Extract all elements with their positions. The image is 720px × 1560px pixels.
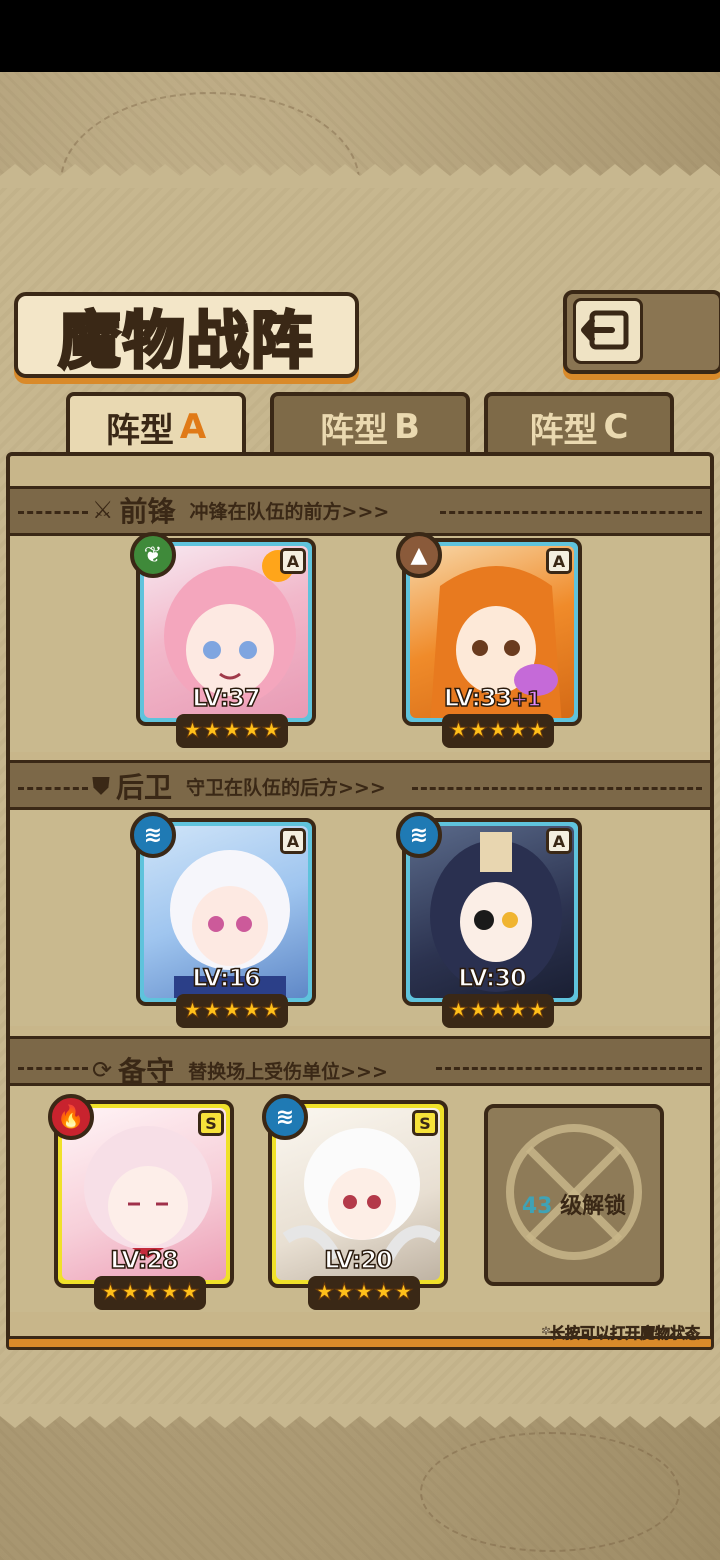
unit-level: LV:16 <box>192 963 262 993</box>
rank-badge: A <box>280 548 306 574</box>
unlock-level: 43 <box>521 1194 553 1219</box>
rank-badge: A <box>280 828 306 854</box>
leaf-icon: ❦ <box>130 532 176 578</box>
tab-label: 阵型 <box>320 410 389 451</box>
status-bar <box>0 0 720 72</box>
unit-level: LV:33+1 <box>443 683 542 713</box>
unit-card-reserve-1[interactable]: 🔥 S LV:28 ★ ★ ★ ★ ★ <box>48 1094 234 1310</box>
back-row <box>10 810 710 1026</box>
rank-badge: A <box>546 828 572 854</box>
back-header: ⛊ 后卫 守卫在队伍的后方>>> <box>92 766 386 806</box>
rank-badge: S <box>412 1110 438 1136</box>
unit-card-back-1[interactable]: ≋ A LV:16 ★ ★ ★ ★ ★ <box>130 812 316 1028</box>
unit-level: LV:20 <box>324 1245 394 1275</box>
tab-label: 阵型 <box>105 410 174 451</box>
water-icon: ≋ <box>262 1094 308 1140</box>
title-plate: 魔物战阵 <box>14 292 359 379</box>
locked-slot[interactable]: 43 级解锁 <box>484 1104 664 1286</box>
tab-formation-b[interactable]: 阵型 B <box>270 392 470 458</box>
tab-formation-c[interactable]: 阵型 C <box>484 392 674 458</box>
unit-card-front-2[interactable]: ▲ A LV:33+1 ★ ★ ★ ★ ★ <box>396 532 582 748</box>
reserve-desc: 替换场上受伤单位>>> <box>188 1060 388 1083</box>
level-bonus: +1 <box>511 686 542 712</box>
tab-formation-a[interactable]: 阵型 A <box>66 392 246 458</box>
panel-bottom-edge <box>0 1404 720 1428</box>
rank-badge: S <box>198 1110 224 1136</box>
tab-letter: B <box>394 407 420 447</box>
water-icon: ≋ <box>396 812 442 858</box>
formation-tabs: 阵型 A 阵型 B 阵型 C <box>14 392 706 458</box>
sword-icon: ⚔ <box>92 496 114 524</box>
front-row <box>10 536 710 752</box>
hint-text: *长按可以打开魔物状态 <box>542 1324 700 1343</box>
star-rating: ★ ★ ★ ★ ★ <box>176 714 288 748</box>
unit-card-back-2[interactable]: ≋ A LV:30 ★ ★ ★ ★ ★ <box>396 812 582 1028</box>
unit-level: LV:30 <box>458 963 528 993</box>
back-button[interactable] <box>563 290 720 374</box>
back-desc: 守卫在队伍的后方>>> <box>186 776 386 799</box>
tab-label: 阵型 <box>529 410 598 451</box>
front-title: 前锋 <box>119 495 176 528</box>
star-rating: ★ ★ ★ ★ ★ <box>442 714 554 748</box>
star-rating: ★ ★ ★ ★ ★ <box>176 994 288 1028</box>
page-title: 魔物战阵 <box>57 303 315 379</box>
rank-badge: A <box>546 548 572 574</box>
unit-level: LV:28 <box>110 1245 180 1275</box>
back-title: 后卫 <box>116 771 173 804</box>
reserve-header: ⟳ 备守 替换场上受伤单位>>> <box>92 1050 388 1090</box>
unit-level: LV:37 <box>192 683 262 713</box>
front-header: ⚔ 前锋 冲锋在队伍的前方>>> <box>92 490 389 530</box>
panel-top-edge <box>0 164 720 188</box>
front-desc: 冲锋在队伍的前方>>> <box>189 500 390 523</box>
tab-letter: C <box>603 407 629 447</box>
unit-card-reserve-2[interactable]: ≋ S LV:20 ★ ★ ★ ★ ★ <box>262 1094 448 1310</box>
water-icon: ≋ <box>130 812 176 858</box>
mountain-icon: ▲ <box>396 532 442 578</box>
back-arrow-icon <box>573 298 643 364</box>
fire-icon: 🔥 <box>48 1094 94 1140</box>
shield-icon: ⛊ <box>92 772 110 800</box>
star-rating: ★ ★ ★ ★ ★ <box>442 994 554 1028</box>
star-rating: ★ ★ ★ ★ ★ <box>94 1276 206 1310</box>
unit-card-front-1[interactable]: ❦ A LV:37 ★ ★ ★ ★ ★ <box>130 532 316 748</box>
cycle-icon: ⟳ <box>92 1056 113 1084</box>
unlock-text: 43 级解锁 <box>521 1194 627 1219</box>
reserve-title: 备守 <box>118 1055 175 1088</box>
tab-letter: A <box>179 407 207 447</box>
star-rating: ★ ★ ★ ★ ★ <box>308 1276 420 1310</box>
